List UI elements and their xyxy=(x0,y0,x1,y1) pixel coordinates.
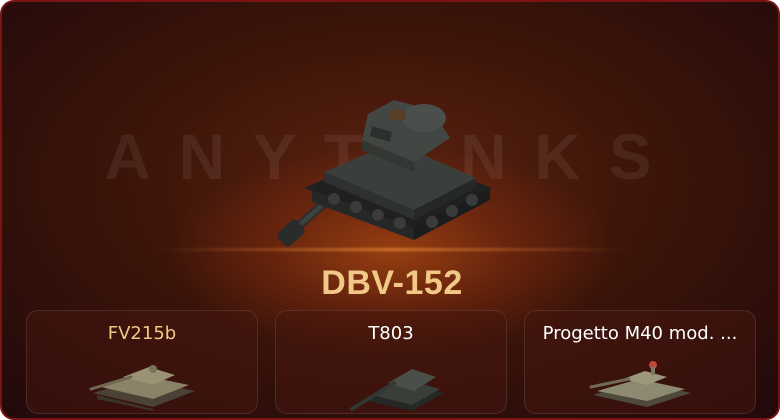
vehicle-slot-name: FV215b xyxy=(107,323,177,344)
vehicle-slot-progetto-m40[interactable]: Progetto M40 mod. ... xyxy=(524,310,756,414)
vehicle-slot-fv215b[interactable]: FV215b xyxy=(26,310,258,414)
tank-destroyer-icon xyxy=(350,369,444,411)
featured-vehicle-name: DBV-152 xyxy=(321,264,463,302)
medium-tank-icon xyxy=(589,361,691,407)
vehicle-slot-t803[interactable]: T803 xyxy=(275,310,507,414)
tank-icon xyxy=(89,365,195,411)
heavy-tank-icon xyxy=(277,100,492,247)
vehicle-slot-name: T803 xyxy=(368,323,414,344)
vehicle-slot-name: Progetto M40 mod. ... xyxy=(542,323,738,344)
vehicle-card: ANYTANKS DBV-152 FV215b xyxy=(0,0,780,420)
